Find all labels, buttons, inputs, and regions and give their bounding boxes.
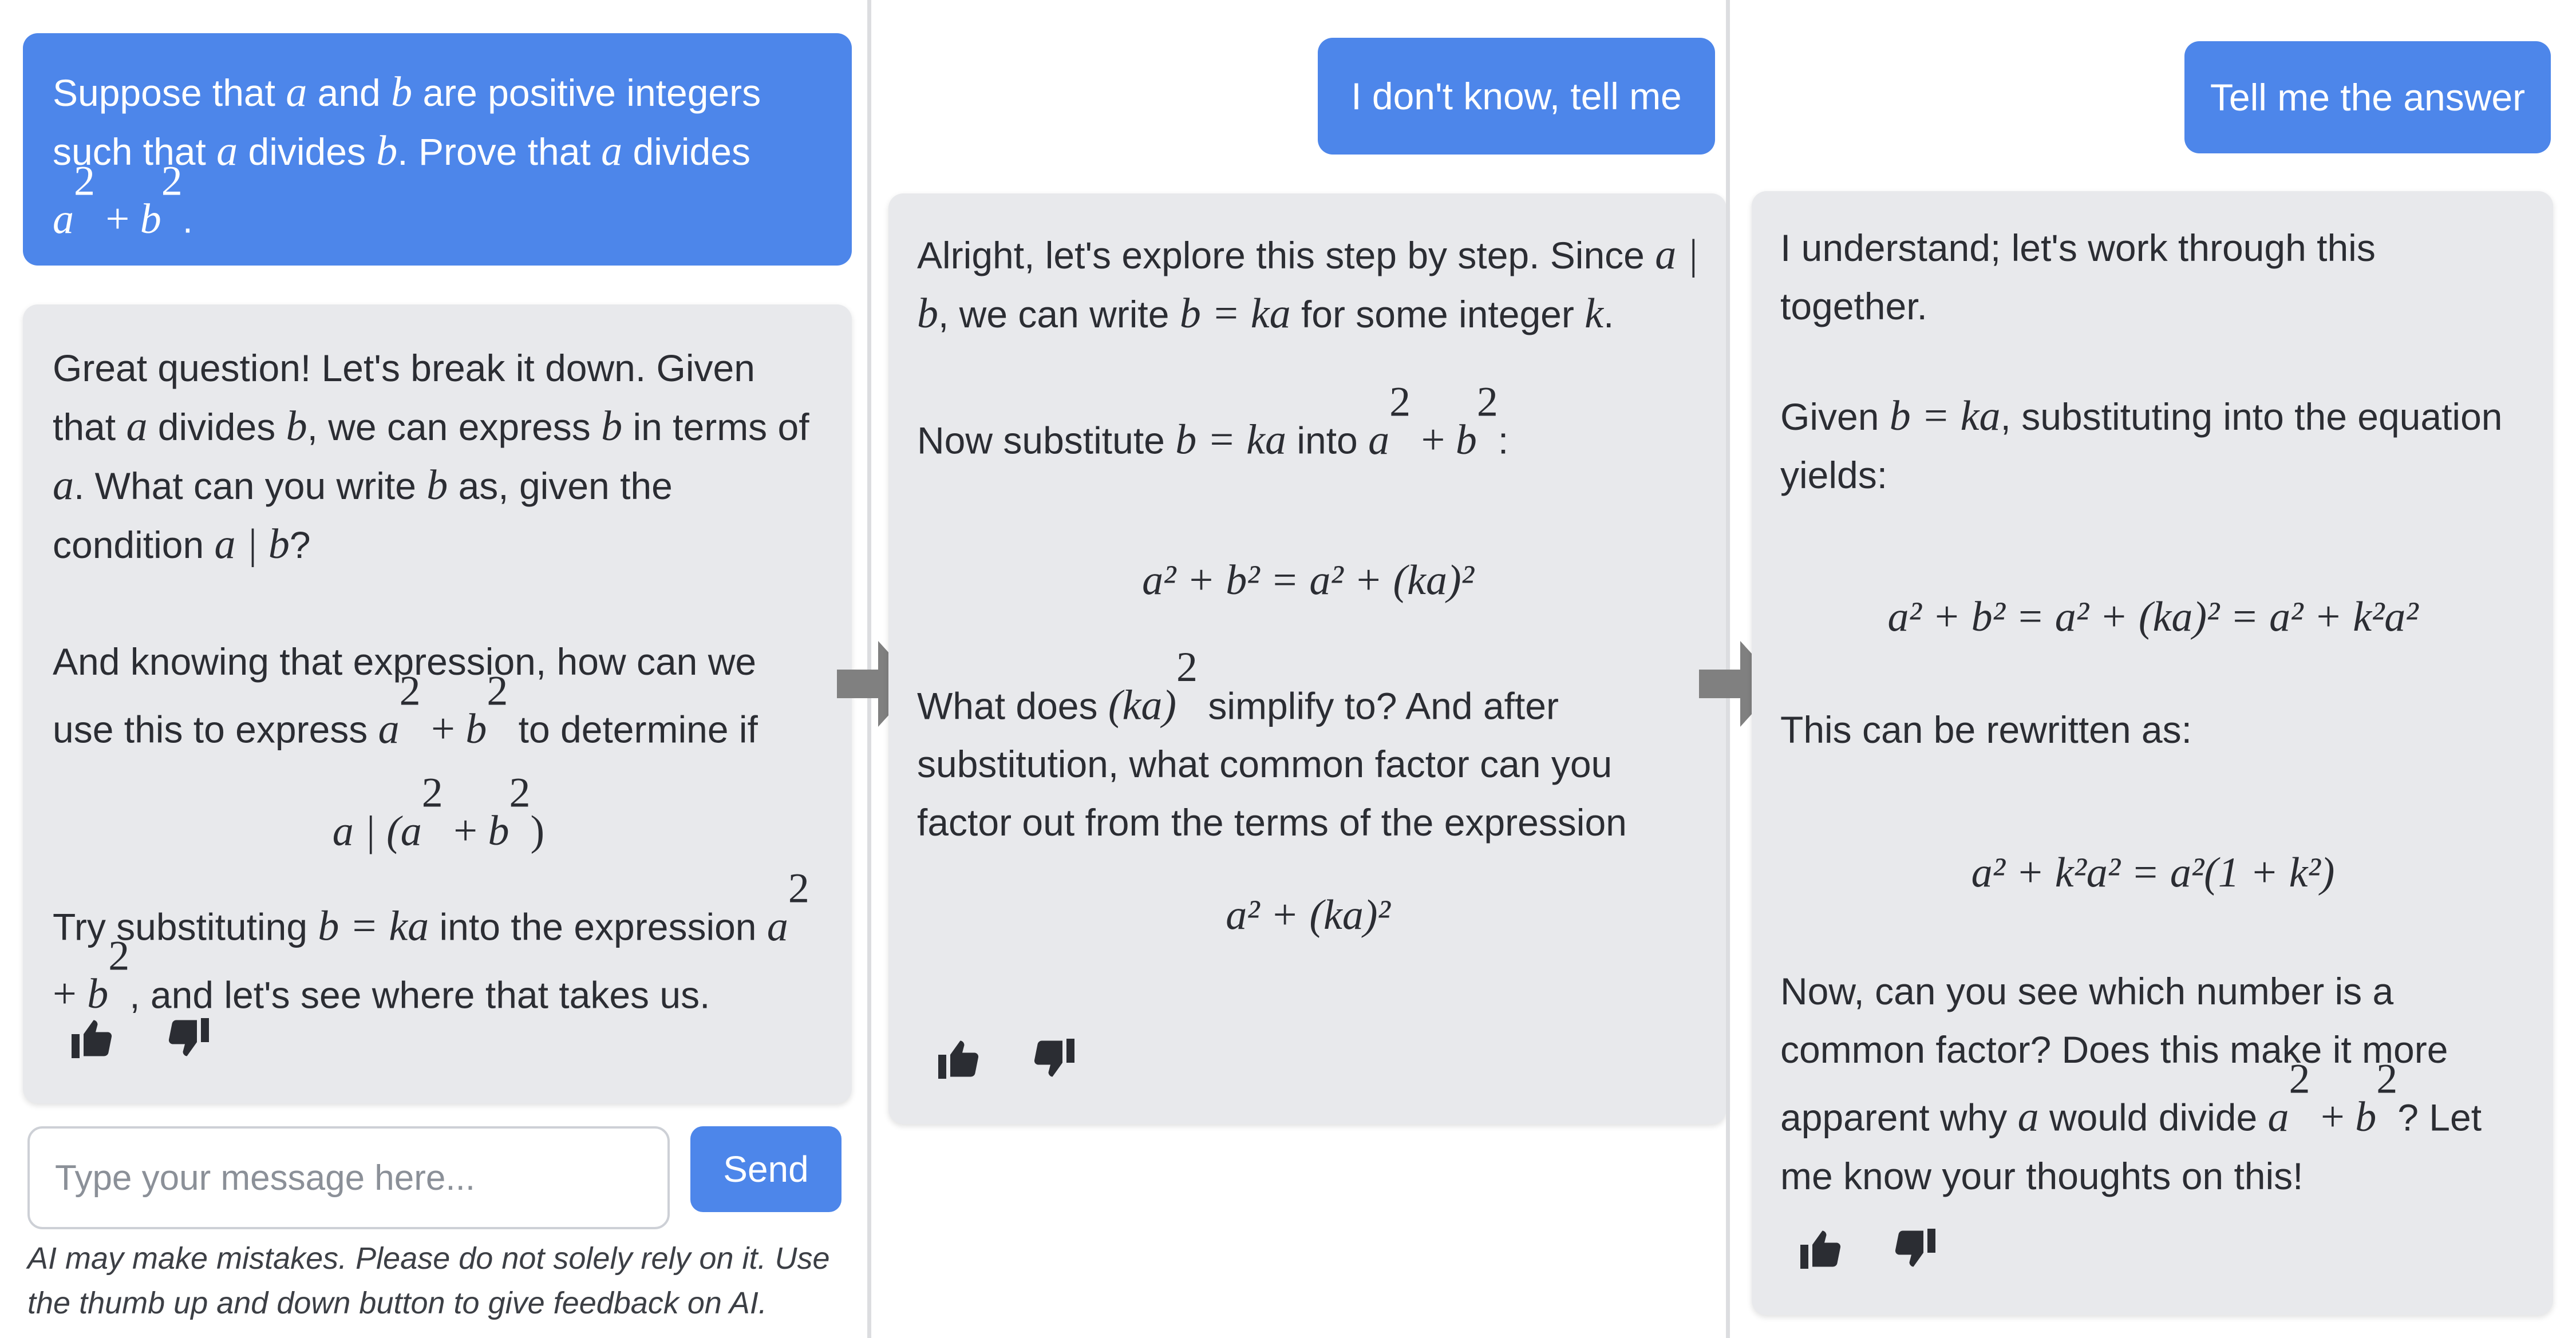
display-equation: a² + (ka)² xyxy=(1226,892,1390,939)
chat-panel-1: Suppose that a and b are positive intege… xyxy=(0,0,867,1338)
ai-paragraph: Great question! Let's break it down. Giv… xyxy=(53,347,809,568)
user-message: Tell me the answer xyxy=(2184,41,2551,153)
ai-paragraph: Now substitute b = ka into a2 + b2: xyxy=(917,378,1509,464)
ai-paragraph: Try substituting b = ka into the express… xyxy=(53,865,809,1018)
ai-paragraph: I understand; let's work through this to… xyxy=(1780,227,2376,327)
display-equation: a² + b² = a² + (ka)² = a² + k²a² xyxy=(1887,593,2419,640)
ai-message: I understand; let's work through this to… xyxy=(1752,191,2553,1315)
display-equation: a | (a2 + b2) xyxy=(332,769,545,855)
disclaimer-text: AI may make mistakes. Please do not sole… xyxy=(27,1241,830,1320)
thumbs-down-icon[interactable] xyxy=(165,1014,213,1062)
thumbs-up-icon[interactable] xyxy=(934,1035,982,1083)
thumbs-up-icon[interactable] xyxy=(1796,1225,1844,1273)
display-equation: a² + b² = a² + (ka)² xyxy=(1142,556,1474,604)
ai-message: Great question! Let's break it down. Giv… xyxy=(23,304,852,1103)
ai-message: Alright, let's explore this step by step… xyxy=(888,193,1726,1124)
ai-paragraph: This can be rewritten as: xyxy=(1780,708,2192,751)
ai-paragraph: Alright, let's explore this step by step… xyxy=(917,231,1699,337)
user-message: I don't know, tell me xyxy=(1318,38,1715,155)
chat-panel-3: Tell me the answer I understand; let's w… xyxy=(1730,0,2576,1338)
thumbs-up-icon[interactable] xyxy=(68,1014,116,1062)
ai-paragraph: Now, can you see which number is a commo… xyxy=(1780,970,2482,1197)
ai-paragraph: What does (ka)2 simplify to? And after s… xyxy=(917,643,1627,844)
send-button[interactable]: Send xyxy=(690,1126,841,1212)
chat-panel-2: I don't know, tell me Alright, let's exp… xyxy=(871,0,1726,1338)
display-equation: a² + k²a² = a²(1 + k²) xyxy=(1971,849,2335,896)
thumbs-down-icon[interactable] xyxy=(1030,1035,1078,1083)
user-message: Suppose that a and b are positive intege… xyxy=(23,33,852,266)
thumbs-down-icon[interactable] xyxy=(1891,1225,1939,1273)
ai-paragraph: Given b = ka, substituting into the equa… xyxy=(1780,393,2503,496)
message-input[interactable] xyxy=(27,1126,670,1229)
ai-paragraph: And knowing that expression, how can we … xyxy=(53,640,758,753)
